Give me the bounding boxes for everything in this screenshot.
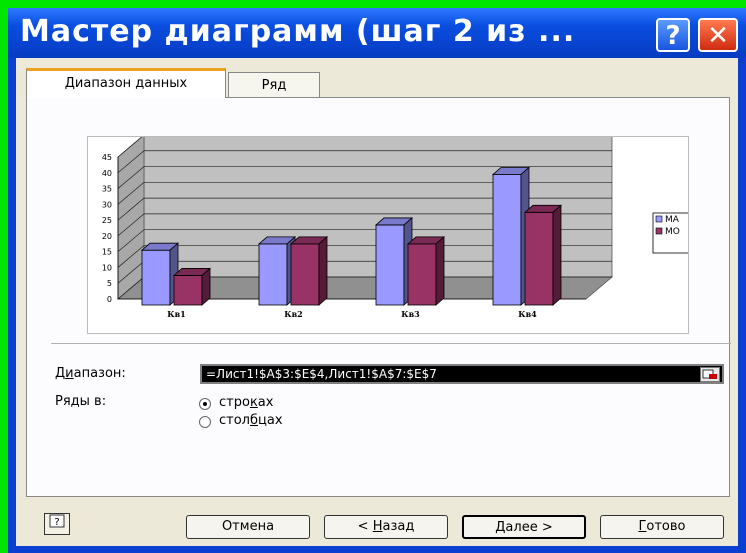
y-tick-label: 10 (102, 263, 112, 272)
bar-2 (290, 243, 320, 306)
svg-text:?: ? (54, 517, 59, 528)
chart-svg: 0 5 10 15 20 25 30 35 40 45 Кв1 Кв2 Кв3 Кв4 МА МО (102, 134, 690, 319)
back-button[interactable]: < Назад (324, 515, 448, 539)
x-tick-label: Кв3 (401, 309, 420, 319)
legend-swatch (655, 215, 663, 223)
bar-2 (407, 243, 437, 306)
collapse-dialog-icon (702, 369, 717, 379)
next-button[interactable]: Далее > (462, 515, 586, 539)
y-tick-label: 0 (107, 295, 112, 304)
y-tick-label: 25 (102, 216, 112, 225)
series-in-label: Ряды в: (55, 394, 107, 409)
bar-side-2 (552, 204, 562, 306)
chart-side-wall (117, 134, 145, 300)
divider (51, 343, 731, 344)
x-tick-label: Кв1 (167, 309, 185, 319)
bar-1 (141, 249, 171, 306)
bar-side-2 (435, 236, 445, 306)
y-tick-label: 5 (107, 279, 112, 288)
bar-2 (524, 211, 554, 306)
finish-button[interactable]: Готово (600, 515, 724, 539)
bar-1 (492, 174, 522, 306)
help-title-button[interactable]: ? (656, 18, 690, 52)
bar-2 (173, 275, 203, 306)
y-tick-label: 45 (102, 153, 112, 162)
radio-columns-label[interactable]: столбцах (219, 413, 283, 428)
collapse-dialog-button[interactable] (700, 367, 720, 382)
legend-swatch (655, 227, 663, 235)
y-tick-label: 30 (102, 200, 112, 209)
dialog-client: Диапазон данных Ряд 0 5 10 15 20 25 30 35 40 45 Кв… (16, 58, 738, 546)
title-bar[interactable]: Мастер диаграмм (шаг 2 из ... ? ✕ (8, 8, 746, 58)
window-title: Мастер диаграмм (шаг 2 из ... (20, 14, 576, 49)
y-tick-label: 35 (102, 185, 112, 194)
radio-rows-label[interactable]: строках (219, 395, 273, 410)
x-tick-label: Кв2 (284, 309, 302, 319)
y-tick-label: 15 (102, 248, 112, 257)
bar-1 (258, 243, 288, 306)
chart-wizard-window: Мастер диаграмм (шаг 2 из ... ? ✕ Диапаз… (8, 8, 746, 553)
legend-label: МА (665, 215, 680, 225)
bar-side-2 (318, 236, 328, 306)
legend-label: МО (665, 227, 680, 237)
x-tick-label: Кв4 (518, 309, 537, 319)
y-tick-label: 20 (102, 232, 112, 241)
radio-rows[interactable] (199, 398, 211, 410)
radio-columns[interactable] (199, 416, 211, 428)
tab-page: 0 5 10 15 20 25 30 35 40 45 Кв1 Кв2 Кв3 Кв4 МА МО Диапа… (26, 97, 731, 497)
range-input[interactable]: =Лист1!$A$3:$E$4,Лист1!$A$7:$E$7 (200, 364, 724, 384)
range-value: =Лист1!$A$3:$E$4,Лист1!$A$7:$E$7 (206, 367, 437, 381)
y-tick-label: 40 (102, 169, 112, 178)
tab-series[interactable]: Ряд (228, 72, 320, 98)
tab-data-range[interactable]: Диапазон данных (26, 68, 226, 98)
range-label: Диапазон: (55, 366, 126, 381)
bar-side-2 (201, 267, 211, 306)
help-button[interactable]: ? (44, 513, 70, 535)
close-button[interactable]: ✕ (698, 18, 738, 52)
bar-1 (375, 224, 405, 306)
chart-preview: 0 5 10 15 20 25 30 35 40 45 Кв1 Кв2 Кв3 Кв4 МА МО (87, 134, 690, 334)
help-icon: ? (49, 514, 65, 528)
cancel-button[interactable]: Отмена (186, 515, 310, 539)
